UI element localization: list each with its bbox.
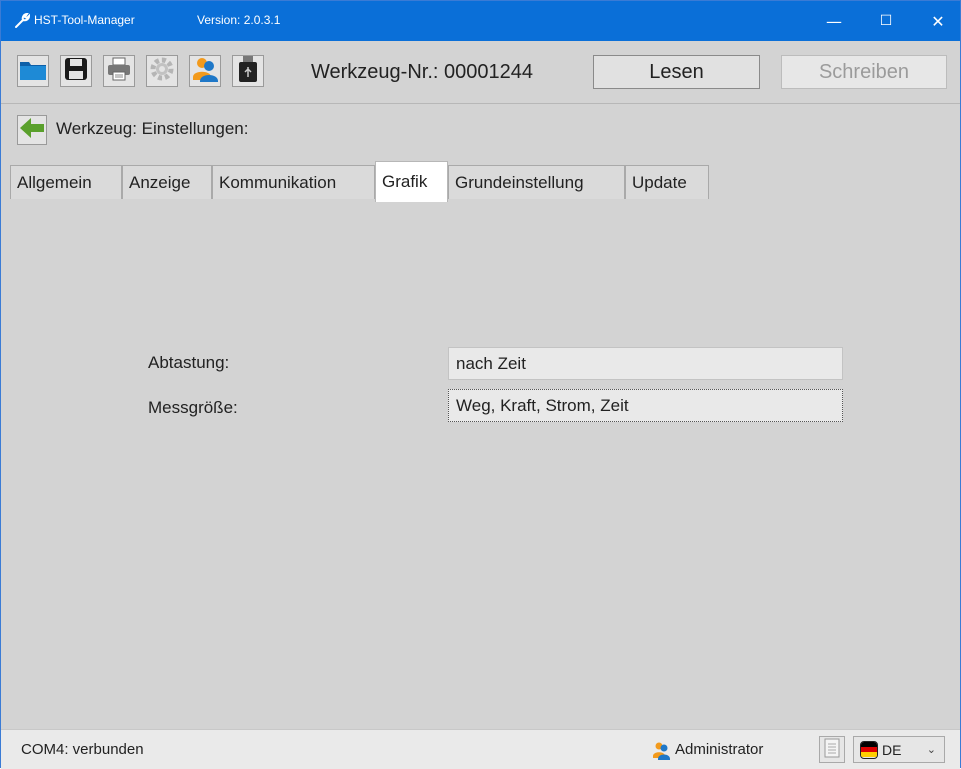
close-button[interactable]: ✕: [915, 1, 961, 41]
save-button[interactable]: [60, 55, 92, 87]
version-label: Version: 2.0.3.1: [197, 13, 281, 27]
usb-button[interactable]: [232, 55, 264, 87]
wrench-icon: [14, 11, 32, 29]
sampling-label: Abtastung:: [148, 353, 230, 372]
app-window: HST-Tool-Manager Version: 2.0.3.1 — ☐ ✕: [0, 0, 961, 769]
save-icon: [63, 56, 89, 86]
minimize-icon: —: [826, 11, 842, 31]
tab-bar: Allgemein Anzeige Kommunikation Grafik G…: [1, 161, 960, 202]
open-button[interactable]: [17, 55, 49, 87]
user-icon: [651, 740, 671, 760]
back-button[interactable]: [17, 115, 47, 145]
gear-icon: [149, 56, 175, 86]
language-select[interactable]: DE ⌄: [853, 736, 945, 763]
toolbar: Werkzeug-Nr.: 00001244 Lesen Schreiben: [1, 41, 960, 104]
current-user: Administrator: [675, 741, 764, 758]
title-bar: HST-Tool-Manager Version: 2.0.3.1 — ☐ ✕: [1, 1, 960, 41]
printer-icon: [106, 56, 132, 86]
tab-update[interactable]: Update: [625, 165, 709, 199]
tab-grafik[interactable]: Grafik: [375, 161, 448, 202]
minimize-button[interactable]: —: [811, 1, 857, 41]
chevron-down-icon: ⌄: [926, 744, 936, 756]
breadcrumb: Werkzeug: Einstellungen:: [1, 104, 960, 154]
document-icon: [824, 738, 840, 762]
language-code: DE: [882, 741, 902, 758]
connection-status: COM4: verbunden: [21, 741, 144, 758]
german-flag-icon: [860, 740, 878, 759]
tool-number-label: Werkzeug-Nr.: 00001244: [311, 61, 533, 83]
log-button[interactable]: [819, 736, 845, 763]
read-button[interactable]: Lesen: [593, 55, 760, 89]
tab-allgemein[interactable]: Allgemein: [10, 165, 122, 199]
usb-icon: [237, 55, 259, 87]
user-icon: [191, 55, 219, 87]
tab-kommunikation[interactable]: Kommunikation: [212, 165, 375, 199]
settings-button[interactable]: [146, 55, 178, 87]
back-arrow-icon: [19, 117, 45, 143]
user-button[interactable]: [189, 55, 221, 87]
tab-anzeige[interactable]: Anzeige: [122, 165, 212, 199]
folder-icon: [19, 57, 47, 85]
graphics-settings-panel: Abtastung: nach Zeit Messgröße: Weg, Kra…: [1, 201, 960, 729]
maximize-button[interactable]: ☐: [863, 1, 909, 41]
sampling-select[interactable]: nach Zeit: [448, 347, 843, 380]
write-button[interactable]: Schreiben: [781, 55, 947, 89]
maximize-icon: ☐: [879, 13, 893, 29]
window-title: HST-Tool-Manager: [34, 13, 135, 27]
status-bar: COM4: verbunden Administrator DE ⌄: [1, 729, 960, 769]
close-icon: ✕: [931, 11, 945, 31]
measure-label: Messgröße:: [148, 398, 238, 417]
print-button[interactable]: [103, 55, 135, 87]
tab-grundeinstellung[interactable]: Grundeinstellung: [448, 165, 625, 199]
measure-select[interactable]: Weg, Kraft, Strom, Zeit: [448, 389, 843, 422]
breadcrumb-text: Werkzeug: Einstellungen:: [56, 119, 249, 138]
